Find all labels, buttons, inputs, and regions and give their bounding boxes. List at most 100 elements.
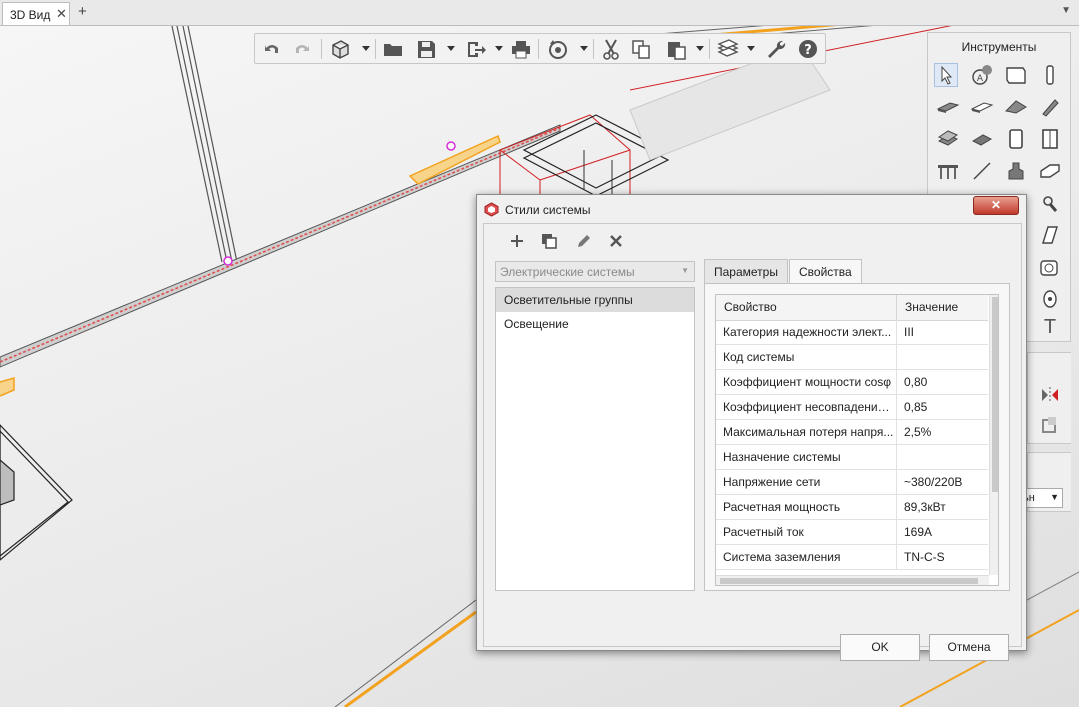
toolbar-separator <box>321 39 322 59</box>
fitting-tool-icon[interactable] <box>1038 159 1062 183</box>
system-type-select[interactable]: Электрические системы ▼ <box>495 261 695 282</box>
print-icon[interactable] <box>510 38 532 60</box>
conduit-tool-icon[interactable] <box>1038 287 1062 311</box>
duct-tool-icon[interactable] <box>1038 223 1062 247</box>
property-value-cell[interactable]: 2,5% <box>896 420 988 444</box>
railing-tool-icon[interactable] <box>936 159 960 183</box>
save-icon[interactable] <box>415 38 437 60</box>
layers-dropdown-icon[interactable] <box>747 46 755 51</box>
property-value-cell[interactable]: TN-C-S <box>896 545 988 569</box>
table-row[interactable]: Расчетный ток 169А <box>716 520 988 545</box>
property-name-cell: Максимальная потеря напря... <box>723 425 894 439</box>
main-toolbar: ? <box>254 33 826 64</box>
floor-tool-icon[interactable] <box>970 95 994 119</box>
node-marker <box>446 141 456 151</box>
stair-tool-icon[interactable] <box>936 127 960 151</box>
paste-dropdown-icon[interactable] <box>696 46 704 51</box>
property-value-cell[interactable]: 89,3кВт <box>896 495 988 519</box>
table-row[interactable]: Категория надежности элект... III <box>716 320 988 345</box>
sync-cloud-icon[interactable] <box>547 38 569 60</box>
tab-list-menu-icon[interactable]: ▼ <box>1061 5 1071 16</box>
window-tool-icon[interactable] <box>1038 127 1062 151</box>
horizontal-scrollbar[interactable] <box>716 575 989 585</box>
scrollbar-thumb[interactable] <box>720 578 978 584</box>
edit-icon[interactable] <box>575 232 593 250</box>
property-value-cell[interactable]: ~380/220В <box>896 470 988 494</box>
roof-tool-icon[interactable] <box>1004 95 1028 119</box>
add-tab-icon[interactable]: + <box>78 3 87 20</box>
svg-text:A: A <box>977 74 984 84</box>
pipe-tool-icon[interactable] <box>1038 191 1062 215</box>
redo-icon[interactable] <box>291 38 313 60</box>
annotation-tool-icon[interactable]: A <box>970 63 994 87</box>
property-value-cell[interactable]: 0,80 <box>896 370 988 394</box>
tab-label: 3D Вид <box>10 8 51 22</box>
tab-3d-view[interactable]: 3D Вид ✕ <box>2 2 70 25</box>
properties-tab-panel: Свойство Значение Категория надежности э… <box>704 283 1010 591</box>
export-icon[interactable] <box>465 38 487 60</box>
equipment-tool-icon[interactable] <box>1004 159 1028 183</box>
select-tool-icon[interactable] <box>934 63 958 87</box>
paste-icon[interactable] <box>665 38 687 60</box>
copy-place-icon[interactable] <box>1040 415 1060 435</box>
scrollbar-thumb[interactable] <box>992 297 998 492</box>
undo-icon[interactable] <box>261 38 283 60</box>
table-row[interactable]: Коэффициент несовпадения ... 0,85 <box>716 395 988 420</box>
3d-box-icon[interactable] <box>329 38 351 60</box>
add-icon[interactable] <box>508 232 526 250</box>
tools-panel-title: Инструменты <box>961 40 1037 54</box>
delete-icon[interactable] <box>607 232 625 250</box>
property-value-cell[interactable]: 169А <box>896 520 988 544</box>
tab-parameters[interactable]: Параметры <box>704 259 788 284</box>
system-group-list: Осветительные группы Освещение <box>495 287 695 591</box>
text-tool-icon[interactable]: T <box>1038 315 1062 339</box>
table-row[interactable]: Расчетная мощность 89,3кВт <box>716 495 988 520</box>
layers-icon[interactable] <box>717 38 739 60</box>
vertical-scrollbar[interactable] <box>989 295 998 575</box>
duplicate-icon[interactable] <box>540 232 558 250</box>
open-folder-icon[interactable] <box>382 38 404 60</box>
property-value-cell[interactable]: 0,85 <box>896 395 988 419</box>
grid-header: Свойство Значение <box>716 295 988 321</box>
wall-tool-icon[interactable] <box>1004 63 1028 87</box>
export-dropdown-icon[interactable] <box>495 46 503 51</box>
floor-box <box>0 424 73 561</box>
cancel-button[interactable]: Отмена <box>929 634 1009 661</box>
cable-tray-tool-icon[interactable] <box>1038 255 1062 279</box>
3d-box-dropdown-icon[interactable] <box>362 46 370 51</box>
property-value-cell[interactable] <box>896 345 988 369</box>
table-row[interactable]: Назначение системы <box>716 445 988 470</box>
line-tool-icon[interactable] <box>970 159 994 183</box>
properties-grid: Свойство Значение Категория надежности э… <box>715 294 999 586</box>
list-item-lighting[interactable]: Освещение <box>496 312 694 336</box>
property-value-cell[interactable] <box>896 445 988 469</box>
slab-tool-icon[interactable] <box>936 95 960 119</box>
ok-button[interactable]: OK <box>840 634 920 661</box>
table-row[interactable]: Код системы <box>716 345 988 370</box>
table-row[interactable]: Система заземления TN-C-S <box>716 545 988 570</box>
dialog-title: Стили системы <box>505 203 591 217</box>
table-row[interactable]: Максимальная потеря напря... 2,5% <box>716 420 988 445</box>
column-header-value[interactable]: Значение <box>896 295 988 320</box>
ramp-tool-icon[interactable] <box>970 127 994 151</box>
mirror-icon[interactable] <box>1040 385 1060 405</box>
dialog-close-button[interactable]: ✕ <box>973 196 1019 215</box>
list-item-lighting-groups[interactable]: Осветительные группы <box>496 288 694 312</box>
beam-tool-icon[interactable] <box>1038 95 1062 119</box>
property-name-cell: Назначение системы <box>723 450 841 464</box>
door-tool-icon[interactable] <box>1004 127 1028 151</box>
tab-properties[interactable]: Свойства <box>789 259 862 284</box>
column-header-property[interactable]: Свойство <box>716 295 896 320</box>
property-value-cell[interactable]: III <box>896 320 988 344</box>
cut-icon[interactable] <box>600 38 622 60</box>
wrench-icon[interactable] <box>765 38 787 60</box>
dialog-body: Электрические системы ▼ Осветительные гр… <box>483 223 1022 661</box>
help-icon[interactable]: ? <box>797 38 819 60</box>
sync-dropdown-icon[interactable] <box>580 46 588 51</box>
table-row[interactable]: Коэффициент мощности cosφ 0,80 <box>716 370 988 395</box>
save-dropdown-icon[interactable] <box>447 46 455 51</box>
tab-close-icon[interactable]: ✕ <box>56 6 67 22</box>
column-tool-icon[interactable] <box>1038 63 1062 87</box>
table-row[interactable]: Напряжение сети ~380/220В <box>716 470 988 495</box>
copy-icon[interactable] <box>630 38 652 60</box>
